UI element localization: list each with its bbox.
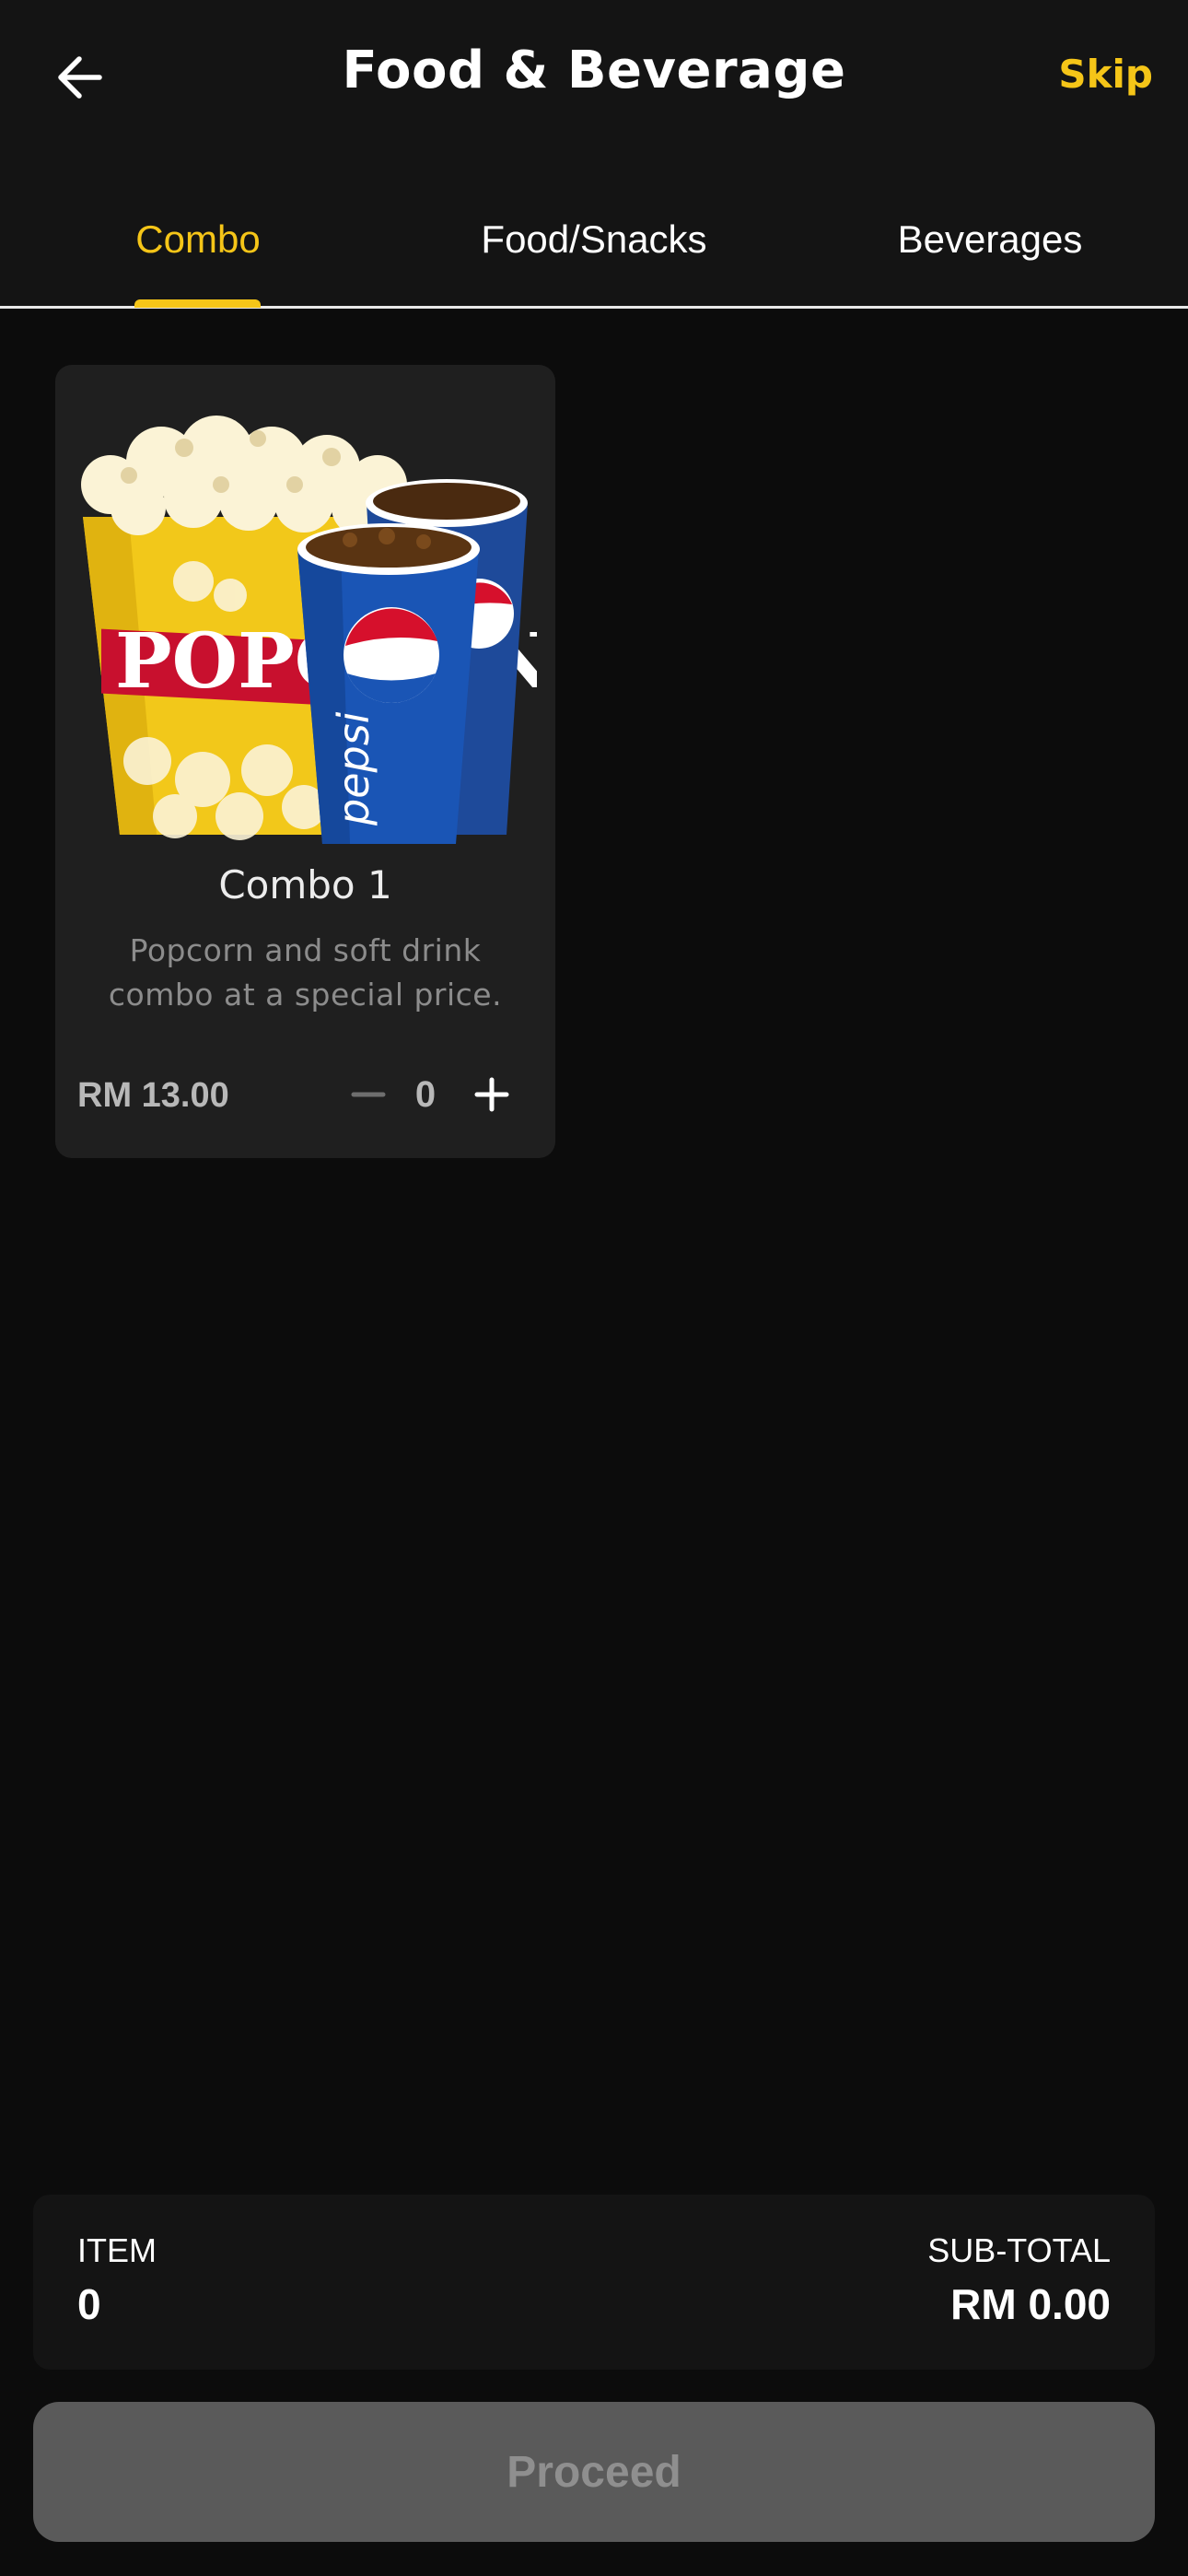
product-title: Combo 1 (218, 862, 392, 907)
item-count-label: ITEM (77, 2231, 157, 2269)
page-title: Food & Beverage (342, 41, 846, 100)
product-description: Popcorn and soft drink combo at a specia… (108, 932, 503, 1013)
product-card[interactable]: POPCORN (55, 365, 555, 1158)
tab-combo[interactable]: Combo (0, 184, 396, 308)
product-price: RM 13.00 (77, 1076, 229, 1115)
tab-food-snacks[interactable]: Food/Snacks (396, 184, 792, 306)
subtotal-value: RM 0.00 (950, 2280, 1111, 2328)
tab-beverages[interactable]: Beverages (792, 184, 1188, 306)
item-count-value: 0 (77, 2280, 101, 2328)
decrease-quantity-button[interactable] (339, 1065, 398, 1124)
category-tabs: Combo Food/Snacks Beverages (0, 184, 1188, 309)
plus-icon (474, 1077, 509, 1112)
subtotal-label: SUB-TOTAL (927, 2231, 1111, 2269)
skip-button[interactable]: Skip (1058, 52, 1153, 97)
quantity-value: 0 (414, 1074, 437, 1115)
increase-quantity-button[interactable] (462, 1065, 521, 1124)
order-summary: ITEM 0 SUB-TOTAL RM 0.00 (33, 2195, 1155, 2370)
proceed-button[interactable]: Proceed (33, 2402, 1155, 2542)
svg-text:pepsi: pepsi (329, 711, 379, 826)
minus-icon (351, 1092, 386, 1097)
app-header: Food & Beverage Skip Combo Food/Snacks B… (0, 0, 1188, 309)
